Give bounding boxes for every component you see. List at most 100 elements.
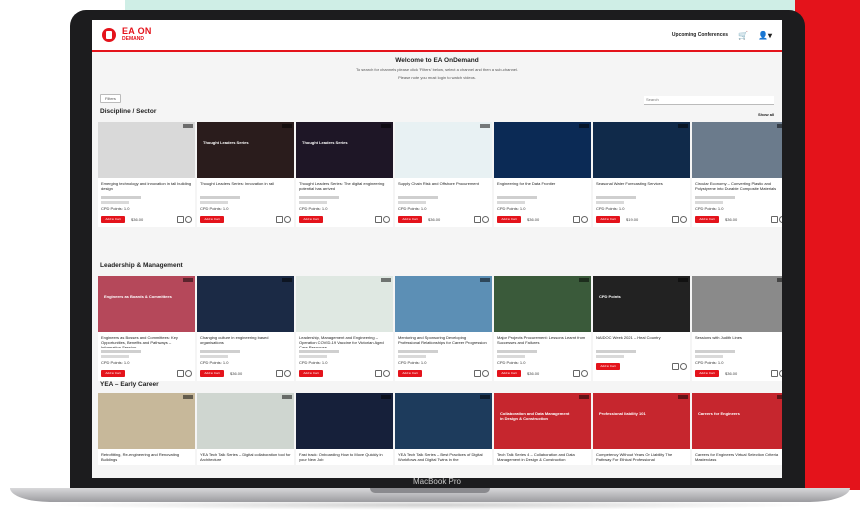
video-thumbnail[interactable]: Engineers as Boards & Committees xyxy=(98,276,195,332)
video-thumbnail[interactable] xyxy=(197,276,294,332)
site-logo[interactable]: EA ON DEMAND xyxy=(122,27,152,43)
add-to-cart-button[interactable]: Add to Cart xyxy=(101,369,125,377)
video-title[interactable]: Emerging technology and innovation in ta… xyxy=(98,178,195,194)
video-card[interactable]: Seasonal Water Forecasting Services CPD P… xyxy=(593,122,690,227)
video-title[interactable]: Seasonal Water Forecasting Services xyxy=(593,178,690,194)
video-thumbnail[interactable]: Collaboration and Data Management in Des… xyxy=(494,393,591,449)
info-icon[interactable] xyxy=(581,369,588,377)
video-card[interactable]: Mentoring and Sponsoring Developing Prof… xyxy=(395,276,492,381)
card-cart-icon[interactable] xyxy=(276,369,283,377)
info-icon[interactable] xyxy=(284,369,291,377)
video-title[interactable]: Major Projects Procurement: Lessons Lear… xyxy=(494,332,591,348)
info-icon[interactable] xyxy=(680,362,687,370)
video-card[interactable]: Engineering for the Data Frontier CPD Poi… xyxy=(494,122,591,227)
info-icon[interactable] xyxy=(383,215,390,223)
video-card[interactable]: Thought Leaders Series Thought Leaders Se… xyxy=(197,122,294,227)
ea-logo-icon[interactable] xyxy=(102,28,116,42)
video-thumbnail[interactable] xyxy=(98,393,195,449)
video-title[interactable]: Mentoring and Sponsoring Developing Prof… xyxy=(395,332,492,348)
add-to-cart-button[interactable]: Add to Cart xyxy=(596,215,620,223)
video-title[interactable]: Thought Leaders Series: The digital engi… xyxy=(296,178,393,194)
video-thumbnail[interactable] xyxy=(692,122,782,178)
video-thumbnail[interactable] xyxy=(395,393,492,449)
video-card[interactable]: Sessions with Judith Lines CPD Points: 1.… xyxy=(692,276,782,381)
video-card[interactable]: Changing culture in engineering based or… xyxy=(197,276,294,381)
video-title[interactable]: Supply Chain Risk and Offshore Procureme… xyxy=(395,178,492,194)
video-title[interactable]: Circular Economy – Converting Plastic an… xyxy=(692,178,782,194)
video-title[interactable]: Sessions with Judith Lines xyxy=(692,332,782,348)
video-thumbnail[interactable] xyxy=(296,276,393,332)
card-cart-icon[interactable] xyxy=(474,369,481,377)
video-card[interactable]: Leadership, Management and Engineering –… xyxy=(296,276,393,381)
user-icon[interactable]: 👤▾ xyxy=(758,31,772,40)
info-icon[interactable] xyxy=(185,369,192,377)
video-title[interactable]: NAIDOC Week 2021 – Heal Country xyxy=(593,332,690,348)
video-card[interactable]: Engineers as Boards & Committees Engineer… xyxy=(98,276,195,381)
video-thumbnail[interactable] xyxy=(692,276,782,332)
video-thumbnail[interactable]: Professional liability 101 xyxy=(593,393,690,449)
video-card[interactable]: Emerging technology and innovation in ta… xyxy=(98,122,195,227)
video-card[interactable]: Careers for Engineers Careers for Enginee… xyxy=(692,393,782,465)
card-cart-icon[interactable] xyxy=(375,215,382,223)
video-thumbnail[interactable]: Thought Leaders Series xyxy=(296,122,393,178)
add-to-cart-button[interactable]: Add to Cart xyxy=(497,215,521,223)
video-thumbnail[interactable]: CPD Points xyxy=(593,276,690,332)
add-to-cart-button[interactable]: Add to Cart xyxy=(596,362,620,370)
video-title[interactable]: Careers for Engineers Virtual Selection … xyxy=(692,449,782,465)
video-card[interactable]: Retrofitting, Re-engineering and Renovat… xyxy=(98,393,195,465)
video-title[interactable]: Leadership, Management and Engineering –… xyxy=(296,332,393,348)
info-icon[interactable] xyxy=(383,369,390,377)
add-to-cart-button[interactable]: Add to Cart xyxy=(299,215,323,223)
video-title[interactable]: Tech Talk Series 4 – Collaboration and D… xyxy=(494,449,591,465)
video-title[interactable]: Retrofitting, Re-engineering and Renovat… xyxy=(98,449,195,465)
video-thumbnail[interactable]: Thought Leaders Series xyxy=(197,122,294,178)
video-card[interactable]: Fast track: Onboarding How to Move Quick… xyxy=(296,393,393,465)
add-to-cart-button[interactable]: Add to Cart xyxy=(299,369,323,377)
video-title[interactable]: Engineering for the Data Frontier xyxy=(494,178,591,194)
video-title[interactable]: Changing culture in engineering based or… xyxy=(197,332,294,348)
video-title[interactable]: Thought Leaders Series: Innovation in ra… xyxy=(197,178,294,194)
card-cart-icon[interactable] xyxy=(177,369,184,377)
add-to-cart-button[interactable]: Add to Cart xyxy=(695,215,719,223)
info-icon[interactable] xyxy=(482,369,489,377)
info-icon[interactable] xyxy=(581,215,588,223)
video-title[interactable]: Competency Without Years Or Liability Th… xyxy=(593,449,690,465)
info-icon[interactable] xyxy=(779,369,782,377)
card-cart-icon[interactable] xyxy=(177,215,184,223)
video-thumbnail[interactable] xyxy=(395,276,492,332)
card-cart-icon[interactable] xyxy=(672,215,679,223)
card-cart-icon[interactable] xyxy=(276,215,283,223)
add-to-cart-button[interactable]: Add to Cart xyxy=(398,369,422,377)
video-card[interactable]: CPD Points NAIDOC Week 2021 – Heal Countr… xyxy=(593,276,690,381)
video-card[interactable]: Professional liability 101 Competency Wit… xyxy=(593,393,690,465)
video-card[interactable]: Collaboration and Data Management in Des… xyxy=(494,393,591,465)
search-input[interactable]: Search xyxy=(644,96,774,105)
info-icon[interactable] xyxy=(779,215,782,223)
cart-icon[interactable]: 🛒 xyxy=(738,31,748,40)
info-icon[interactable] xyxy=(482,215,489,223)
card-cart-icon[interactable] xyxy=(375,369,382,377)
card-cart-icon[interactable] xyxy=(474,215,481,223)
card-cart-icon[interactable] xyxy=(672,362,679,370)
video-card[interactable]: Supply Chain Risk and Offshore Procureme… xyxy=(395,122,492,227)
info-icon[interactable] xyxy=(680,215,687,223)
video-title[interactable]: Engineers as Bosses and Committees: Key … xyxy=(98,332,195,348)
add-to-cart-button[interactable]: Add to Cart xyxy=(101,215,125,223)
video-card[interactable]: Circular Economy – Converting Plastic an… xyxy=(692,122,782,227)
card-cart-icon[interactable] xyxy=(771,369,778,377)
add-to-cart-button[interactable]: Add to Cart xyxy=(200,215,224,223)
show-all-link[interactable]: Show all xyxy=(758,112,774,117)
video-title[interactable]: YEA Tech Talk Series – Best Practices of… xyxy=(395,449,492,465)
video-thumbnail[interactable]: Careers for Engineers xyxy=(692,393,782,449)
card-cart-icon[interactable] xyxy=(573,215,580,223)
card-cart-icon[interactable] xyxy=(573,369,580,377)
add-to-cart-button[interactable]: Add to Cart xyxy=(497,369,521,377)
video-thumbnail[interactable] xyxy=(395,122,492,178)
video-title[interactable]: Fast track: Onboarding How to Move Quick… xyxy=(296,449,393,465)
video-thumbnail[interactable] xyxy=(494,276,591,332)
info-icon[interactable] xyxy=(284,215,291,223)
video-card[interactable]: Thought Leaders Series Thought Leaders Se… xyxy=(296,122,393,227)
video-thumbnail[interactable] xyxy=(296,393,393,449)
card-cart-icon[interactable] xyxy=(771,215,778,223)
video-card[interactable]: YEA Tech Talk Series – Best Practices of… xyxy=(395,393,492,465)
